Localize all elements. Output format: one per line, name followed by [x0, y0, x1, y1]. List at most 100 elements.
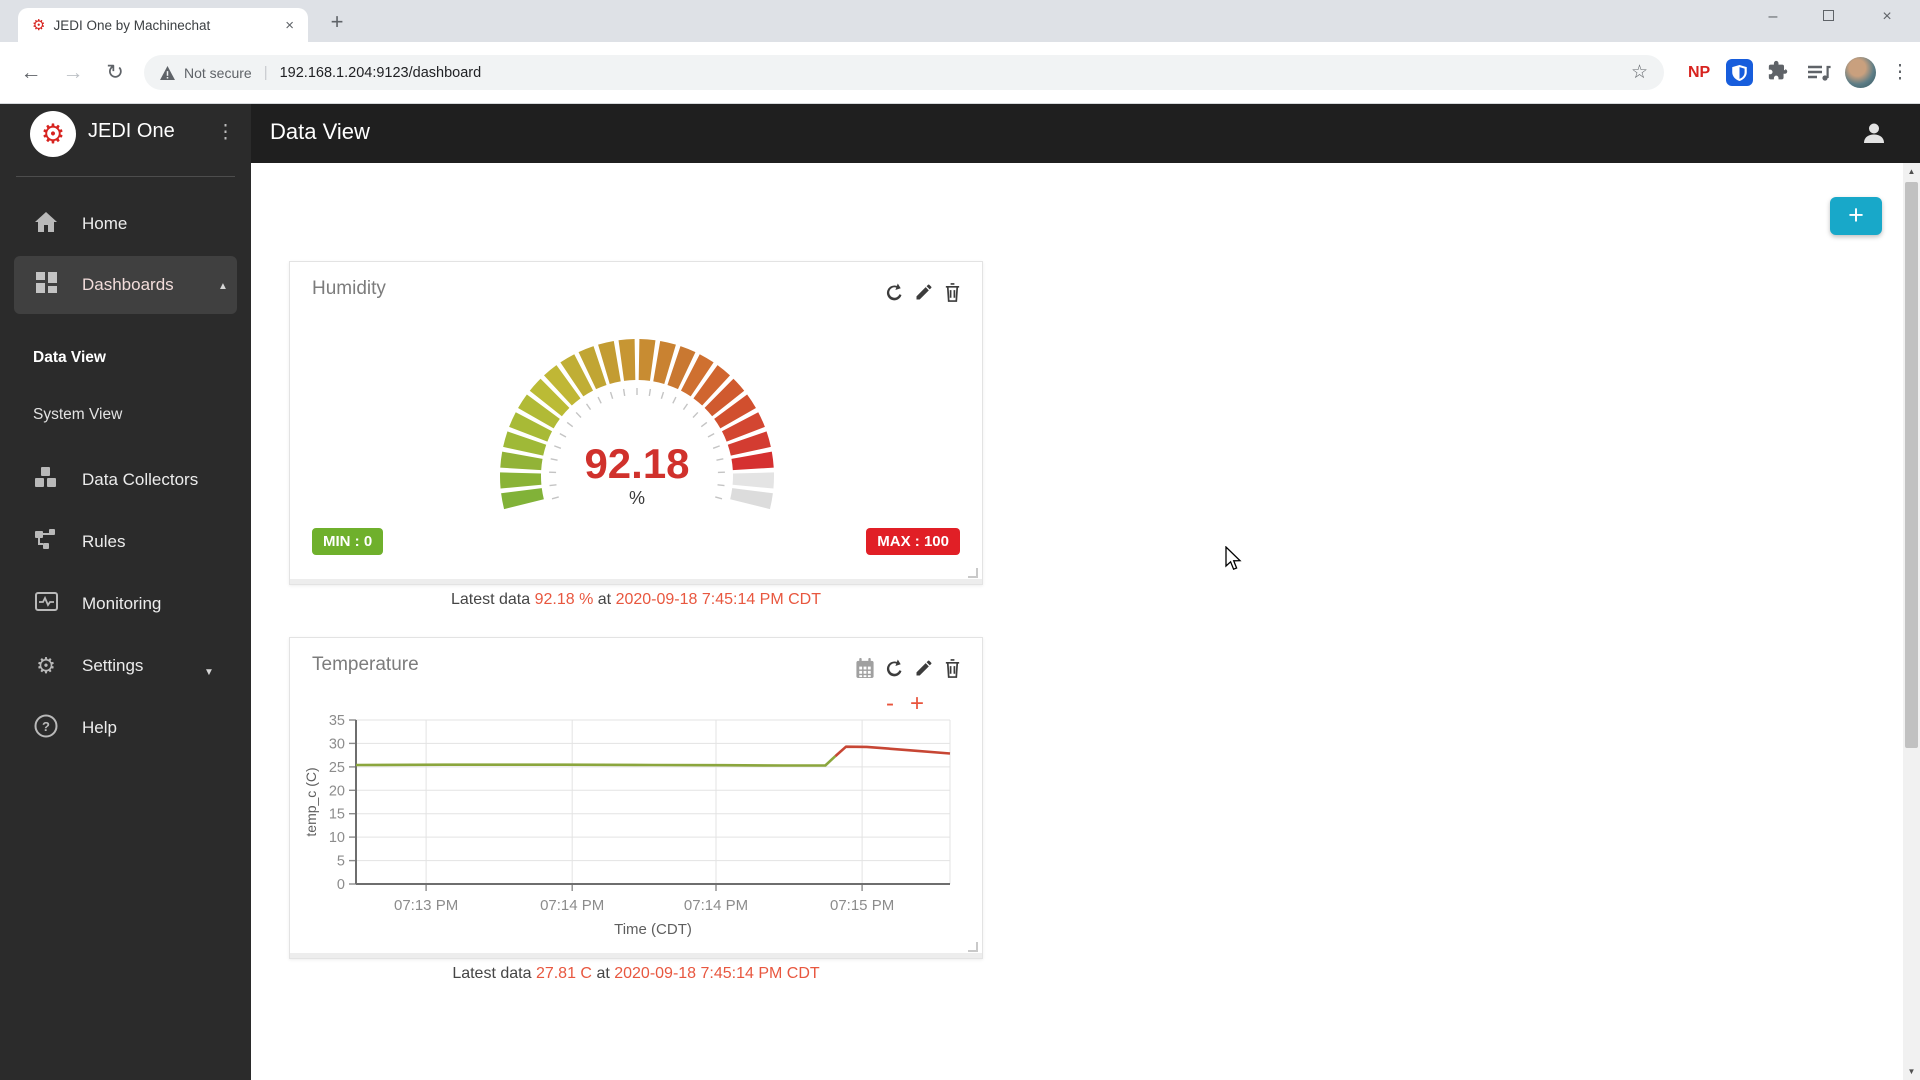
refresh-icon[interactable] — [884, 658, 905, 679]
forward-button[interactable]: → — [56, 56, 90, 90]
page-scrollbar[interactable]: ▲ ▼ — [1903, 163, 1920, 1080]
refresh-icon[interactable] — [884, 282, 905, 303]
warning-icon — [160, 65, 175, 80]
card-bottom-strip — [290, 579, 982, 584]
scrollbar-up-arrow[interactable]: ▲ — [1903, 163, 1920, 180]
calendar-icon[interactable] — [855, 658, 875, 679]
reload-button[interactable]: ↻ — [98, 56, 132, 90]
mouse-cursor — [1225, 545, 1243, 577]
latest-value: 92.18 % — [534, 591, 594, 608]
svg-text:Time (CDT): Time (CDT) — [614, 921, 692, 938]
browser-tabstrip: ⚙ JEDI One by Machinechat × + – × — [0, 0, 1920, 42]
svg-text:30: 30 — [329, 736, 345, 752]
back-button[interactable]: ← — [14, 56, 48, 90]
maximize-icon — [1822, 10, 1834, 21]
tab-close-icon[interactable]: × — [281, 17, 298, 34]
url-text: 192.168.1.204:9123/dashboard — [279, 64, 482, 81]
browser-toolbar: ← → ↻ Not secure | 192.168.1.204:9123/da… — [0, 42, 1920, 104]
widget-title: Humidity — [312, 278, 386, 299]
bookmark-star-icon[interactable]: ☆ — [1631, 61, 1648, 84]
dashboard-main: + Humidity 92.18 % MIN : 0 MAX : 100 Lat… — [251, 163, 1903, 1080]
home-icon — [34, 211, 58, 237]
gauge-value: 92.18 — [584, 440, 690, 487]
scrollbar-down-arrow[interactable]: ▼ — [1903, 1063, 1920, 1080]
playlist-music-icon[interactable] — [1806, 61, 1832, 90]
resize-grip[interactable] — [968, 942, 978, 952]
temperature-line-chart: 0 5 10 15 20 25 30 35 07:13 PM 07:14 PM 07:14 PM 07… — [300, 708, 972, 948]
url-separator: | — [263, 64, 268, 81]
widget-title: Temperature — [312, 654, 419, 675]
sidebar: ⚙ JEDI One ⋮ Home Dashboards ▲ Data View… — [0, 104, 251, 1080]
card-bottom-strip — [290, 953, 982, 958]
svg-text:5: 5 — [337, 854, 345, 870]
add-widget-button[interactable]: + — [1830, 197, 1882, 235]
sidebar-item-label: Rules — [82, 532, 126, 551]
app-window: ⚙ JEDI One ⋮ Home Dashboards ▲ Data View… — [0, 104, 1920, 1080]
humidity-latest-data: Latest data 92.18 % at 2020-09-18 7:45:1… — [289, 591, 983, 609]
sidebar-item-monitoring[interactable]: Monitoring — [0, 580, 251, 628]
scrollbar-thumb[interactable] — [1905, 182, 1918, 748]
resize-grip[interactable] — [968, 568, 978, 578]
help-question-icon: ? — [34, 714, 58, 743]
browser-profile-avatar[interactable] — [1845, 57, 1876, 88]
latest-connector: at — [596, 965, 610, 982]
window-close-button[interactable]: × — [1864, 0, 1910, 36]
sidebar-subitem-system-view[interactable]: System View — [33, 397, 233, 433]
extensions-puzzle-icon[interactable] — [1766, 60, 1790, 89]
sidebar-item-label: Help — [82, 718, 117, 737]
sidebar-item-label: Data Collectors — [82, 470, 199, 489]
sidebar-menu-dots-icon[interactable]: ⋮ — [208, 117, 243, 148]
extension-np-icon[interactable]: NP — [1688, 58, 1710, 88]
sidebar-item-label: Monitoring — [82, 594, 162, 613]
sidebar-item-data-collectors[interactable]: Data Collectors — [0, 456, 251, 504]
sidebar-item-help[interactable]: ? Help — [0, 704, 251, 752]
latest-prefix: Latest data — [452, 965, 532, 982]
sidebar-item-home[interactable]: Home — [0, 200, 251, 248]
gauge-unit: % — [628, 488, 645, 508]
settings-gear-icon: ⚙ — [36, 653, 56, 678]
latest-timestamp: 2020-09-18 7:45:14 PM CDT — [614, 965, 820, 982]
sidebar-subitem-data-view[interactable]: Data View — [33, 340, 233, 376]
svg-text:07:15 PM: 07:15 PM — [830, 897, 894, 914]
svg-text:15: 15 — [329, 807, 345, 823]
rules-flow-icon — [34, 529, 58, 555]
widget-actions — [855, 658, 962, 679]
delete-trash-icon[interactable] — [943, 658, 962, 679]
svg-text:07:13 PM: 07:13 PM — [394, 897, 458, 914]
sidebar-item-label: Dashboards — [82, 275, 174, 294]
sidebar-item-settings[interactable]: ⚙ Settings ▼ — [0, 642, 251, 690]
monitoring-pulse-icon — [34, 592, 58, 616]
data-collectors-cubes-icon — [34, 467, 58, 493]
gauge-min-badge: MIN : 0 — [312, 528, 384, 555]
delete-trash-icon[interactable] — [943, 282, 962, 303]
edit-pencil-icon[interactable] — [914, 282, 934, 303]
sidebar-item-dashboards[interactable]: Dashboards ▲ — [14, 256, 237, 314]
sidebar-item-rules[interactable]: Rules — [0, 518, 251, 566]
edit-pencil-icon[interactable] — [914, 658, 934, 679]
window-maximize-button[interactable] — [1805, 0, 1851, 36]
chevron-down-icon: ▼ — [204, 667, 214, 678]
latest-value: 27.81 C — [535, 965, 592, 982]
not-secure-label: Not secure — [184, 64, 252, 81]
latest-timestamp: 2020-09-18 7:45:14 PM CDT — [615, 591, 822, 608]
brand-name: JEDI One — [88, 120, 175, 142]
svg-text:20: 20 — [329, 783, 345, 799]
browser-tab[interactable]: ⚙ JEDI One by Machinechat × — [18, 8, 308, 42]
address-bar[interactable]: Not secure | 192.168.1.204:9123/dashboar… — [144, 55, 1664, 90]
temperature-latest-data: Latest data 27.81 C at 2020-09-18 7:45:1… — [289, 965, 983, 983]
extension-shield-icon[interactable] — [1726, 59, 1753, 86]
browser-menu-dots-icon[interactable]: ⋮ — [1888, 56, 1912, 90]
page-title: Data View — [270, 119, 370, 144]
window-minimize-button[interactable]: – — [1750, 0, 1796, 36]
user-person-icon[interactable] — [1860, 119, 1888, 152]
app-header: Data View — [251, 104, 1920, 163]
temperature-widget-card: Temperature - + 0 5 10 15 20 25 30 35 07:1 — [289, 637, 983, 959]
sidebar-item-label: Home — [82, 214, 128, 233]
new-tab-button[interactable]: + — [322, 8, 352, 38]
sidebar-divider — [16, 176, 235, 177]
svg-text:07:14 PM: 07:14 PM — [540, 897, 604, 914]
widget-actions — [884, 282, 962, 303]
svg-text:10: 10 — [329, 830, 345, 846]
svg-text:0: 0 — [337, 877, 345, 893]
sidebar-item-label: Settings — [82, 656, 144, 675]
